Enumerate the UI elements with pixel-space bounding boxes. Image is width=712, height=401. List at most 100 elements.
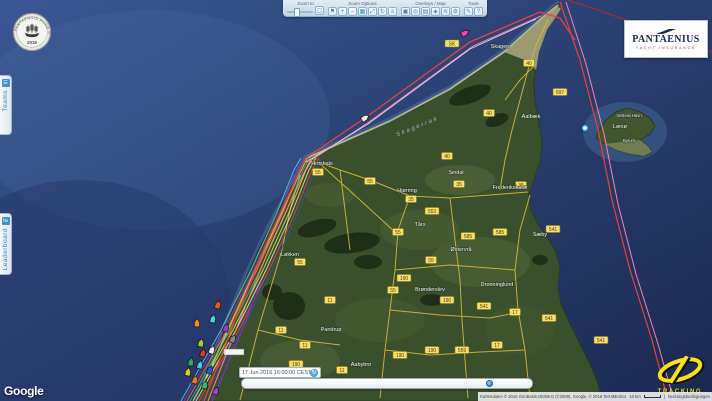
svg-text:55: 55 <box>315 170 321 176</box>
toolbar-group-zoom-to: Zoom to ▢ <box>287 0 324 16</box>
place-label: Vesterø Havn <box>616 113 642 118</box>
map-canvas[interactable]: 4040403535355555553555855855415555190190… <box>0 0 712 401</box>
svg-text:40: 40 <box>486 111 492 117</box>
teams-icon: ☰ <box>2 79 10 87</box>
svg-text:541: 541 <box>545 316 554 322</box>
place-label: Frederikshavn <box>493 185 528 191</box>
timeline-clock-icon[interactable]: ↻ <box>310 369 318 377</box>
place-label: Byrum <box>623 138 636 143</box>
measure-icon[interactable]: ✎ <box>464 7 473 16</box>
zoom-extent-icon[interactable]: ⤢ <box>368 7 377 16</box>
place-label: Hjørring <box>397 188 417 194</box>
marks-icon[interactable]: ◈ <box>431 7 440 16</box>
svg-text:11: 11 <box>327 298 332 304</box>
race-tracker-app: 4040403535355555553555855855415555190190… <box>0 0 712 401</box>
timeline-datetime-value: 17 Jun 2016 16:00:00 CEST <box>242 370 310 376</box>
settings-icon[interactable]: ⚙ <box>451 7 460 16</box>
svg-text:541: 541 <box>597 338 606 344</box>
zoom-level-slider[interactable] <box>287 7 313 16</box>
svg-text:585: 585 <box>496 230 505 236</box>
race-medal-badge: PANTAENIUS RUND SKAGEN 2016 <box>7 6 57 58</box>
road-badge: 541 <box>477 303 491 311</box>
tools-label: Tools <box>468 1 479 6</box>
road-badge: 190 <box>393 352 407 360</box>
waypoint-marker[interactable] <box>583 126 588 131</box>
road-badge: 55 <box>313 169 324 177</box>
svg-text:55: 55 <box>428 258 434 264</box>
zoom-extent-button[interactable]: ▢ <box>315 6 324 15</box>
grid-zoom-icon[interactable]: ▦ <box>358 7 367 16</box>
svg-text:17: 17 <box>512 310 518 316</box>
road-badge: 11 <box>276 327 287 335</box>
zoom-history-icon[interactable]: ↻ <box>378 7 387 16</box>
terms-link[interactable]: Nutzungsbedingungen <box>668 394 710 399</box>
svg-text:541: 541 <box>549 227 558 233</box>
toolbar-group-tools: Tools ✎? <box>464 0 483 16</box>
leaderboard-icon: № <box>2 217 10 225</box>
place-label: Skagen <box>491 44 510 50</box>
timeline-datetime-box[interactable]: 17 Jun 2016 16:00:00 CEST ↻ <box>239 367 321 378</box>
road-badge: 11 <box>325 297 336 305</box>
svg-text:35: 35 <box>456 182 462 188</box>
map-type-icon[interactable]: ▤ <box>421 7 430 16</box>
zoom-in-icon[interactable]: + <box>338 7 347 16</box>
place-label: Sæby <box>533 232 548 238</box>
road-badge: 553 <box>425 208 439 216</box>
teams-tab-label: Teams <box>2 90 9 112</box>
road-badge: 541 <box>546 226 560 234</box>
attribution-text: Kartendaten © 2016 GeoBasis-DE/BKG (©200… <box>480 394 626 399</box>
place-label: Hirtshals <box>311 161 333 167</box>
layers-icon[interactable]: ▣ <box>401 7 410 16</box>
zoom-slider-handle[interactable] <box>294 8 300 17</box>
zoom-out-icon[interactable]: − <box>348 7 357 16</box>
zoom-list-icon[interactable]: ≡ <box>388 7 397 16</box>
toolbar-group-overlays: Overlays / Map ▣◎▤◈≋⚙ <box>401 0 460 16</box>
svg-text:190: 190 <box>443 298 452 304</box>
svg-text:40: 40 <box>526 61 532 67</box>
road-badge: 11 <box>337 367 348 375</box>
svg-text:11: 11 <box>278 328 283 334</box>
svg-text:55: 55 <box>395 230 401 236</box>
timeline-slider[interactable] <box>241 378 533 389</box>
svg-text:553: 553 <box>428 209 437 215</box>
map-toolbar: Zoom to ▢ Zoom Options ⚑+−▦⤢↻≡ Overlays … <box>283 0 487 17</box>
svg-text:17: 17 <box>494 343 500 349</box>
sidebar-tab-leaderboard[interactable]: № Leaderboard <box>0 213 12 275</box>
globe-icon[interactable]: ◎ <box>411 7 420 16</box>
road-badge: 55 <box>426 257 437 265</box>
place-label: Brønderslev <box>415 287 445 293</box>
svg-text:55: 55 <box>297 260 303 266</box>
place-label: Løkken <box>281 252 299 258</box>
map-attribution-bar: Kartendaten © 2016 GeoBasis-DE/BKG (©200… <box>478 392 712 401</box>
place-label: Sindal <box>448 170 463 176</box>
flag-icon[interactable]: ⚑ <box>328 7 337 16</box>
road-badge: 40 <box>484 110 495 118</box>
svg-text:190: 190 <box>428 348 437 354</box>
timeline-slider-handle[interactable] <box>486 380 493 387</box>
road-badge: 585 <box>493 229 507 237</box>
sponsor-subtitle: YACHT INSURANCE <box>636 46 696 50</box>
road-badge: 17 <box>492 342 503 350</box>
place-label: Østervrå <box>450 246 472 253</box>
zoom-options-label: Zoom Options <box>348 1 376 6</box>
wind-overlay-icon[interactable]: ≋ <box>441 7 450 16</box>
pantaenius-logo: PANTAENIUS YACHT INSURANCE <box>624 20 708 58</box>
toolbar-group-zoom-options: Zoom Options ⚑+−▦⤢↻≡ <box>328 0 397 16</box>
sponsor-name: PANTAENIUS <box>632 35 700 45</box>
road-badge: 35 <box>454 181 465 189</box>
svg-text:585: 585 <box>464 234 473 240</box>
mark-label[interactable]: SK <box>445 40 459 48</box>
svg-text:11: 11 <box>339 368 344 374</box>
place-label: Tårs <box>415 221 426 228</box>
road-badge: 541 <box>542 315 556 323</box>
sidebar-tab-teams[interactable]: ☰ Teams <box>0 75 12 135</box>
svg-text:35: 35 <box>408 197 414 203</box>
svg-text:597: 597 <box>556 90 565 96</box>
road-badge: 541 <box>594 337 608 345</box>
road-badge: 55 <box>388 287 399 295</box>
yb-swoosh-icon <box>652 356 708 384</box>
svg-text:190: 190 <box>400 276 409 282</box>
road-badge: 190 <box>440 297 454 305</box>
help-icon[interactable]: ? <box>474 7 483 16</box>
road-badge: 40 <box>442 153 453 161</box>
